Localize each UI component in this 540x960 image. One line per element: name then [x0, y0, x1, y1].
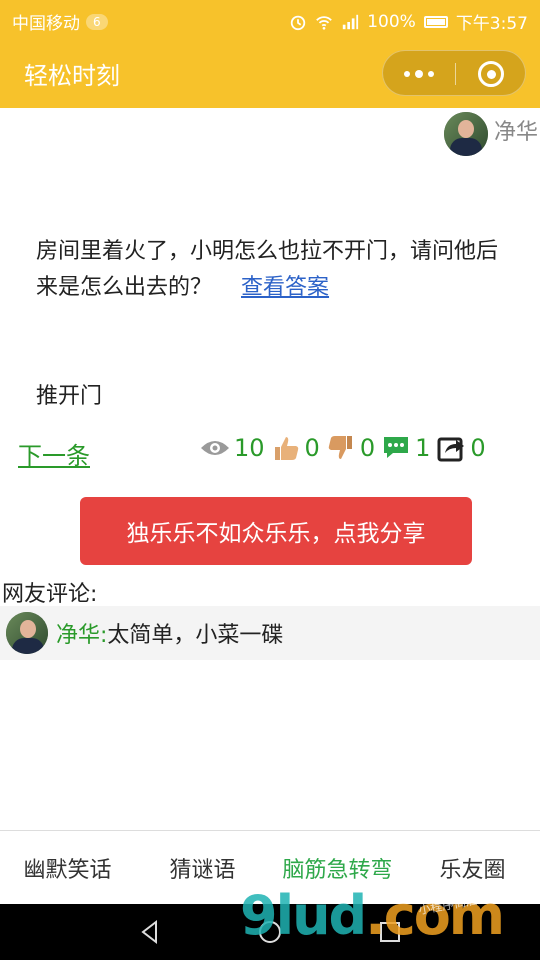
capsule-menu [382, 50, 526, 96]
share-button[interactable]: 独乐乐不如众乐乐，点我分享 [80, 497, 472, 565]
comment-icon[interactable] [381, 433, 411, 463]
share-icon[interactable] [436, 433, 466, 463]
dislikes-count: 0 [359, 434, 376, 462]
dislike-stat[interactable]: 0 [326, 433, 375, 463]
answer-text: 推开门 [36, 384, 103, 409]
share-stat[interactable]: 0 [436, 433, 486, 463]
back-icon[interactable] [136, 918, 164, 946]
comment-author[interactable]: 净华: [56, 617, 107, 649]
avatar [443, 112, 488, 156]
clock-time: 下午3:57 [455, 14, 528, 34]
eye-icon [201, 441, 229, 455]
tab-riddles[interactable]: 猜谜语 [135, 852, 270, 884]
stats-row: 10 0 0 1 0 [200, 428, 492, 468]
thumbs-down-icon[interactable] [326, 433, 356, 463]
avatar [6, 612, 48, 654]
author-info[interactable]: 净华 [443, 112, 540, 156]
alarm-icon [291, 15, 306, 30]
next-link[interactable]: 下一条 [18, 436, 90, 471]
title-bar: 轻松时刻 [0, 38, 540, 108]
more-dots-icon[interactable] [383, 51, 455, 97]
likes-count: 0 [304, 434, 320, 462]
thumbs-up-icon[interactable] [271, 433, 301, 463]
comment-item: 净华: 太简单，小菜一碟 [0, 606, 540, 660]
tab-friends[interactable]: 乐友圈 [405, 852, 540, 884]
author-name: 净华 [493, 120, 538, 145]
target-close-icon[interactable] [455, 51, 527, 97]
views-stat: 10 [200, 434, 265, 462]
views-count: 10 [234, 434, 265, 462]
battery-icon [423, 15, 448, 28]
question-text: 房间里着火了，小明怎么也拉不开门，请问他后来是怎么出去的？ 查看答案 [36, 234, 506, 306]
watermark-main: 9lud [240, 884, 367, 947]
view-answer-link[interactable]: 查看答案 [241, 275, 329, 300]
comment-text: 太简单，小菜一碟 [107, 623, 284, 648]
sim-badge: 6 [86, 13, 108, 30]
shares-count: 0 [470, 434, 486, 462]
tab-jokes[interactable]: 幽默笑话 [0, 852, 135, 884]
wifi-icon [316, 15, 333, 30]
comments-count: 1 [415, 434, 431, 462]
page-title: 轻松时刻 [24, 62, 120, 90]
comment-stat[interactable]: 1 [381, 433, 430, 463]
status-bar: 中国移动 6 100% 下午3:57 [0, 0, 540, 38]
tab-brain-teasers[interactable]: 脑筋急转弯 [270, 852, 405, 884]
battery-percent: 100% [367, 11, 416, 32]
comments-title: 网友评论: [2, 582, 98, 607]
signal-icon [343, 14, 359, 29]
like-stat[interactable]: 0 [271, 433, 320, 463]
carrier-label: 中国移动 [12, 14, 80, 34]
